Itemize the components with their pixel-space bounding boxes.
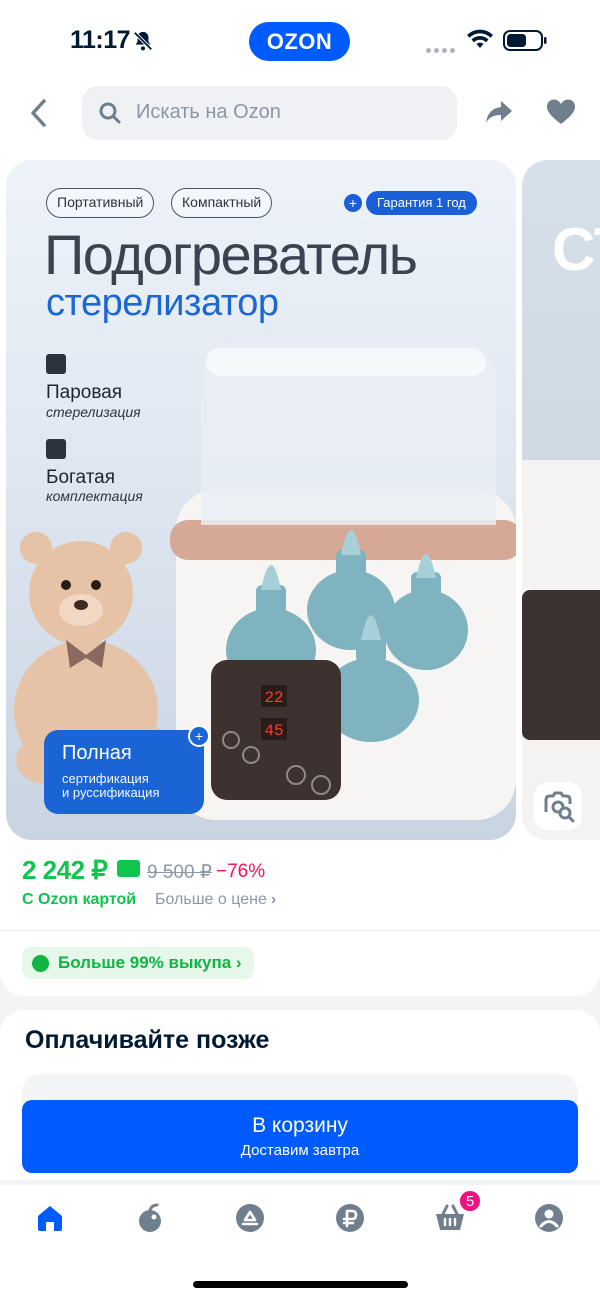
chevron-right-icon: › bbox=[235, 953, 242, 972]
next-image-thumbnail: СТ bbox=[522, 216, 600, 840]
battery-icon bbox=[503, 30, 547, 51]
discount-label: −76% bbox=[216, 861, 266, 882]
price-section: 2 242 ₽ 9 500 ₽ −76% С Ozon картой Больш… bbox=[0, 850, 600, 996]
product-image[interactable]: Портативный Компактный + Гарантия 1 год … bbox=[6, 160, 516, 840]
divider bbox=[0, 930, 600, 931]
chevron-right-icon: › bbox=[270, 891, 277, 908]
buyout-icon bbox=[32, 955, 49, 972]
home-icon[interactable] bbox=[34, 1202, 66, 1234]
ozon-logo[interactable]: OZON bbox=[249, 22, 350, 61]
cart-count-badge: 5 bbox=[458, 1189, 482, 1213]
next-product-image[interactable]: СТ bbox=[522, 160, 600, 840]
plus-icon: + bbox=[188, 725, 210, 747]
search-placeholder: Искать на Ozon bbox=[136, 101, 281, 123]
finance-icon[interactable] bbox=[334, 1202, 366, 1234]
buyout-label: Больше 99% выкупа bbox=[58, 953, 232, 972]
badge-title: Полная bbox=[62, 742, 132, 764]
search-input[interactable]: Искать на Ozon bbox=[82, 86, 457, 140]
bottom-tab-bar: 5 bbox=[0, 1185, 600, 1300]
add-to-cart-button[interactable]: В корзину Доставим завтра bbox=[22, 1100, 578, 1173]
guarantee-text: Гарантия 1 год bbox=[366, 191, 477, 215]
plus-icon: + bbox=[344, 194, 362, 212]
status-bar: 11:17 OZON bbox=[0, 0, 600, 82]
top-bar: 11:17 OZON Искать на Ozon bbox=[0, 0, 600, 160]
image-headline: Подогреватель bbox=[44, 223, 418, 286]
more-about-price-link[interactable]: Больше о цене › bbox=[155, 891, 276, 909]
share-icon[interactable] bbox=[484, 97, 514, 127]
pay-later-title: Оплачивайте позже bbox=[25, 1026, 270, 1054]
fresh-icon[interactable] bbox=[134, 1202, 166, 1234]
old-price: 9 500 ₽ bbox=[147, 862, 212, 883]
display-value-2: 45 bbox=[264, 722, 283, 740]
profile-icon[interactable] bbox=[533, 1202, 565, 1234]
buyout-badge[interactable]: Больше 99% выкупа › bbox=[22, 947, 254, 979]
search-icon bbox=[99, 102, 121, 124]
lens-search-icon[interactable] bbox=[534, 782, 582, 830]
catalog-icon[interactable] bbox=[234, 1202, 266, 1234]
status-time: 11:17 bbox=[70, 26, 131, 54]
ozon-card-icon bbox=[117, 860, 140, 877]
chip-portable: Портативный bbox=[46, 188, 155, 218]
product-gallery[interactable]: Портативный Компактный + Гарантия 1 год … bbox=[0, 160, 600, 850]
chip-compact: Компактный bbox=[171, 188, 273, 218]
bell-slash-icon bbox=[133, 31, 153, 51]
back-button[interactable] bbox=[24, 95, 54, 131]
certification-badge: Полная сертификация и руссификация bbox=[44, 730, 204, 814]
current-price: 2 242 ₽ bbox=[22, 855, 108, 885]
more-about-price-label: Больше о цене bbox=[155, 891, 267, 908]
badge-subtitle: сертификация и руссификация bbox=[62, 771, 160, 800]
ozon-card-label[interactable]: С Ozon картой bbox=[22, 891, 136, 909]
heart-icon[interactable] bbox=[546, 98, 576, 126]
display-value-1: 22 bbox=[264, 689, 283, 707]
delivery-label: Доставим завтра bbox=[240, 1142, 360, 1159]
add-to-cart-label: В корзину bbox=[252, 1114, 348, 1137]
home-indicator bbox=[193, 1281, 408, 1288]
svg-text:СТ: СТ bbox=[552, 216, 600, 283]
wifi-icon bbox=[467, 29, 493, 48]
signal-dots bbox=[426, 40, 458, 58]
